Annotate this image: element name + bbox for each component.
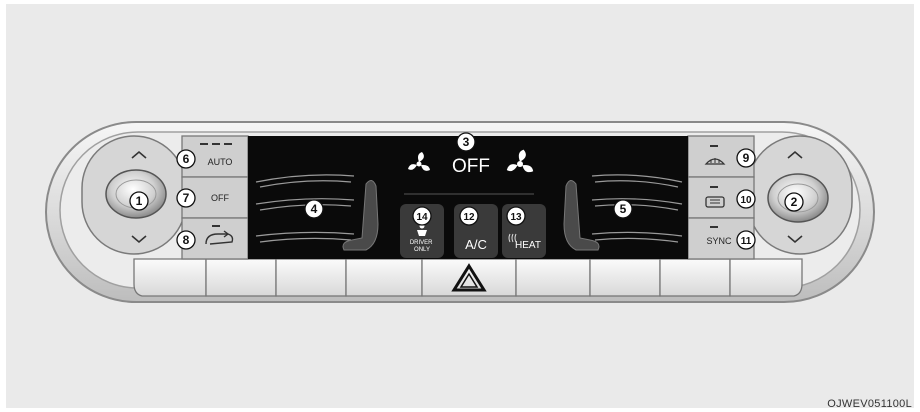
callout-2: 2 (784, 192, 804, 212)
callout-12: 12 (459, 206, 479, 226)
bottom-key-8[interactable] (729, 258, 803, 297)
callout-number: 3 (463, 135, 470, 149)
callout-number: 7 (183, 191, 190, 205)
bottom-key-7[interactable] (659, 258, 731, 297)
callout-number: 2 (791, 195, 798, 209)
off-label: OFF (211, 193, 229, 203)
callout-number: 10 (740, 195, 752, 206)
callout-9: 9 (736, 148, 756, 168)
climate-control-panel-diagram: OFF AUTO OFF SYNC A/C HEAT DRIVER ONLY 1… (45, 121, 875, 303)
callout-4: 4 (304, 199, 324, 219)
status-off-text: OFF (452, 156, 490, 177)
callout-11: 11 (736, 230, 756, 250)
callout-number: 5 (620, 202, 627, 216)
callout-14: 14 (412, 206, 432, 226)
callout-number: 8 (183, 233, 190, 247)
callout-number: 9 (743, 151, 750, 165)
bottom-key-5[interactable] (515, 258, 591, 297)
callout-number: 4 (311, 202, 318, 216)
diagram-canvas: OFF AUTO OFF SYNC A/C HEAT DRIVER ONLY 1… (6, 4, 914, 410)
callout-3: 3 (456, 132, 476, 152)
callout-8: 8 (176, 230, 196, 250)
bottom-key-3[interactable] (275, 258, 347, 297)
bottom-button-row (133, 258, 803, 297)
heat-label: HEAT (515, 240, 541, 251)
callout-1: 1 (129, 191, 149, 211)
auto-label: AUTO (208, 157, 233, 167)
callout-number: 14 (416, 212, 428, 223)
ac-label: A/C (465, 237, 487, 252)
bottom-key-1[interactable] (133, 258, 207, 297)
bottom-key-6[interactable] (589, 258, 661, 297)
callout-number: 12 (463, 212, 475, 223)
callout-10: 10 (736, 189, 756, 209)
callout-number: 6 (183, 152, 190, 166)
callout-13: 13 (506, 206, 526, 226)
callout-number: 13 (510, 212, 522, 223)
bottom-key-4[interactable] (345, 258, 423, 297)
bottom-key-2[interactable] (205, 258, 277, 297)
sync-label: SYNC (706, 236, 732, 246)
figure-code: OJWEV051100L (827, 398, 912, 410)
callout-6: 6 (176, 149, 196, 169)
callout-7: 7 (176, 188, 196, 208)
callout-number: 1 (136, 194, 143, 208)
callout-5: 5 (613, 199, 633, 219)
callout-number: 11 (741, 236, 752, 247)
